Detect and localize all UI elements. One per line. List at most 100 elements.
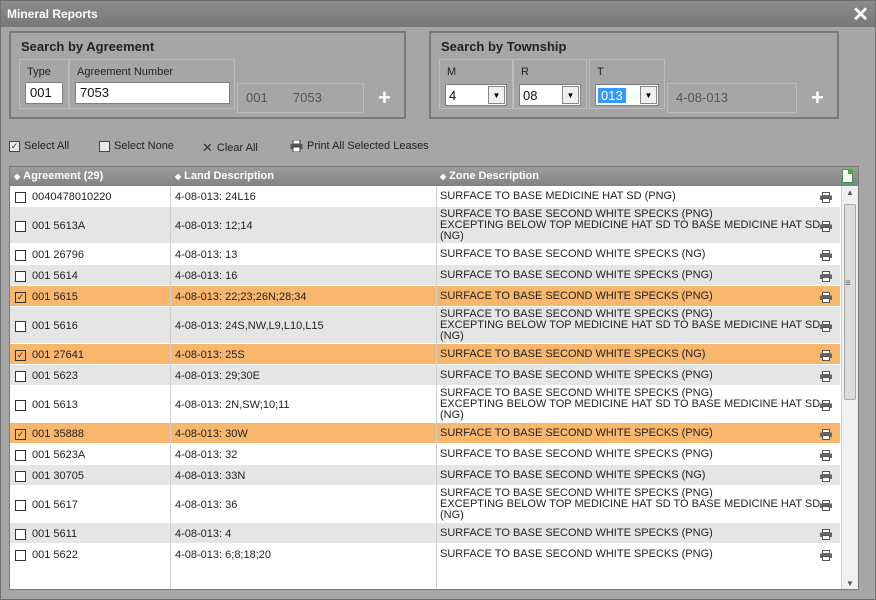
title-bar[interactable]: Mineral Reports ✕	[1, 1, 875, 27]
type-input[interactable]: 001	[25, 82, 63, 104]
printer-icon[interactable]	[820, 471, 832, 482]
agreement-number: 001 35888	[32, 428, 84, 440]
table-row[interactable]: ✓ 001 5615 4-08-013: 22;23;26N;28;34 SURFAC…	[10, 286, 840, 307]
select-all-button[interactable]: ✓ Select All	[9, 140, 69, 152]
zone-line: (NG)	[440, 330, 464, 342]
land-description-cell: 4-08-013: 6;8;18;20	[175, 549, 272, 561]
leases-grid: ◆ Agreement (29) ◆ Land Description ◆ Zone …	[9, 166, 859, 590]
printer-icon[interactable]	[820, 192, 832, 203]
zone-description-cell: SURFACE TO BASE SECOND WHITE SPECKS (PNG…	[440, 309, 820, 342]
printer-icon[interactable]	[820, 371, 832, 382]
printer-icon[interactable]	[820, 429, 832, 440]
row-checkbox[interactable]	[15, 528, 26, 540]
agreement-cell: 001 5616	[15, 320, 78, 332]
printer-icon	[290, 140, 303, 152]
zone-description-cell: SURFACE TO BASE SECOND WHITE SPECKS (PNG…	[440, 428, 713, 439]
row-checkbox[interactable]: ✓	[15, 428, 26, 440]
table-row[interactable]: 001 5614 4-08-013: 16 SURFACE TO BASE SECO…	[10, 265, 840, 286]
table-row[interactable]: 001 5617 4-08-013: 36 SURFACE TO BASE SECO…	[10, 486, 840, 523]
township-readout: 4-08-013	[667, 83, 797, 113]
agreement-cell: 0040478010220	[15, 191, 112, 203]
row-checkbox[interactable]	[15, 270, 26, 282]
agreement-number-label: Agreement Number	[77, 66, 173, 78]
agreement-cell: ✓ 001 35888	[15, 428, 84, 440]
chevron-down-icon[interactable]: ▼	[488, 86, 505, 104]
table-row[interactable]: ✓ 001 35888 4-08-013: 30W SURFACE TO BASE S…	[10, 423, 840, 444]
zone-description-cell: SURFACE TO BASE SECOND WHITE SPECKS (NG)	[440, 249, 705, 260]
column-header-land[interactable]: ◆ Land Description	[175, 170, 274, 182]
column-header-agreement[interactable]: ◆ Agreement (29)	[14, 170, 103, 182]
land-description-cell: 4-08-013: 29;30E	[175, 370, 261, 382]
row-checkbox[interactable]	[15, 220, 26, 232]
printer-icon[interactable]	[820, 550, 832, 561]
row-checkbox[interactable]	[15, 549, 26, 561]
select-none-label: Select None	[114, 140, 174, 152]
land-description-cell: 4-08-013: 36	[175, 499, 238, 511]
land-description-cell: 4-08-013: 13	[175, 249, 238, 261]
printer-icon[interactable]	[820, 350, 832, 361]
zone-line: SURFACE TO BASE SECOND WHITE SPECKS (PNG…	[440, 448, 713, 460]
table-row[interactable]: 001 5623A 4-08-013: 32 SURFACE TO BASE SEC…	[10, 444, 840, 465]
row-checkbox[interactable]	[15, 320, 26, 332]
checkbox-empty-icon	[99, 140, 110, 152]
row-checkbox[interactable]	[15, 399, 26, 411]
table-row[interactable]: 001 30705 4-08-013: 33N SURFACE TO BASE SE…	[10, 465, 840, 486]
print-all-selected-button[interactable]: Print All Selected Leases	[290, 140, 429, 152]
agreement-number: 001 5614	[32, 270, 78, 282]
table-row[interactable]: 001 5622 4-08-013: 6;8;18;20 SURFACE TO BA…	[10, 544, 840, 565]
add-agreement-button[interactable]: +	[378, 85, 391, 111]
township-select[interactable]: 013 ▼	[595, 84, 659, 106]
scroll-down-icon[interactable]: ▼	[846, 579, 854, 588]
printer-icon[interactable]	[820, 450, 832, 461]
table-row[interactable]: 001 5616 4-08-013: 24S,NW,L9,L10,L15 SURFA…	[10, 307, 840, 344]
chevron-down-icon[interactable]: ▼	[562, 86, 579, 104]
table-row[interactable]: 001 5613 4-08-013: 2N,SW;10;11 SURFACE TO …	[10, 386, 840, 423]
table-row[interactable]: 0040478010220 4-08-013: 24L16 SURFACE TO B…	[10, 186, 840, 207]
select-none-button[interactable]: Select None	[99, 140, 174, 152]
row-checkbox[interactable]	[15, 249, 26, 261]
type-field-group: Type 001	[19, 59, 69, 109]
table-row[interactable]: ✓ 001 27641 4-08-013: 25S SURFACE TO BASE S…	[10, 344, 840, 365]
printer-icon[interactable]	[820, 221, 832, 232]
table-row[interactable]: 001 26796 4-08-013: 13 SURFACE TO BASE SEC…	[10, 244, 840, 265]
export-excel-icon[interactable]	[842, 169, 853, 183]
vertical-scrollbar[interactable]: ▲ ≡ ▼	[841, 186, 858, 589]
scroll-thumb[interactable]	[844, 204, 856, 400]
clear-all-button[interactable]: ✕ Clear All	[202, 140, 258, 156]
row-checkbox[interactable]: ✓	[15, 349, 26, 361]
table-row[interactable]: 001 5623 4-08-013: 29;30E SURFACE TO BASE …	[10, 365, 840, 386]
printer-icon[interactable]	[820, 529, 832, 540]
row-checkbox[interactable]	[15, 499, 26, 511]
printer-icon[interactable]	[820, 271, 832, 282]
table-row[interactable]: 001 5613A 4-08-013: 12;14 SURFACE TO BASE …	[10, 207, 840, 244]
close-icon[interactable]: ✕	[852, 2, 869, 27]
add-township-button[interactable]: +	[811, 85, 824, 111]
agreement-number: 0040478010220	[32, 191, 112, 203]
table-row[interactable]: 001 5611 4-08-013: 4 SURFACE TO BASE SECON…	[10, 523, 840, 544]
row-checkbox[interactable]	[15, 191, 26, 203]
zone-line: SURFACE TO BASE SECOND WHITE SPECKS (PNG…	[440, 548, 713, 560]
row-checkbox[interactable]: ✓	[15, 291, 26, 303]
zone-description-cell: SURFACE TO BASE SECOND WHITE SPECKS (PNG…	[440, 449, 713, 460]
scroll-up-icon[interactable]: ▲	[846, 188, 854, 197]
range-select[interactable]: 08 ▼	[519, 84, 581, 106]
printer-icon[interactable]	[820, 321, 832, 332]
t-label: T	[597, 66, 604, 78]
column-header-zone[interactable]: ◆ Zone Description	[440, 170, 539, 182]
land-description-cell: 4-08-013: 12;14	[175, 220, 253, 232]
row-checkbox[interactable]	[15, 449, 26, 461]
zone-description-cell: SURFACE TO BASE MEDICINE HAT SD (PNG)	[440, 191, 676, 202]
meridian-select[interactable]: 4 ▼	[445, 84, 507, 106]
agreement-number: 001 5613	[32, 399, 78, 411]
zone-description-cell: SURFACE TO BASE SECOND WHITE SPECKS (PNG…	[440, 549, 713, 560]
agreement-number-input[interactable]: 7053	[75, 82, 230, 104]
zone-description-cell: SURFACE TO BASE SECOND WHITE SPECKS (PNG…	[440, 291, 713, 302]
printer-icon[interactable]	[820, 250, 832, 261]
zone-line: (NG)	[440, 230, 464, 242]
printer-icon[interactable]	[820, 500, 832, 511]
printer-icon[interactable]	[820, 400, 832, 411]
row-checkbox[interactable]	[15, 370, 26, 382]
row-checkbox[interactable]	[15, 470, 26, 482]
printer-icon[interactable]	[820, 292, 832, 303]
chevron-down-icon[interactable]: ▼	[640, 86, 657, 104]
